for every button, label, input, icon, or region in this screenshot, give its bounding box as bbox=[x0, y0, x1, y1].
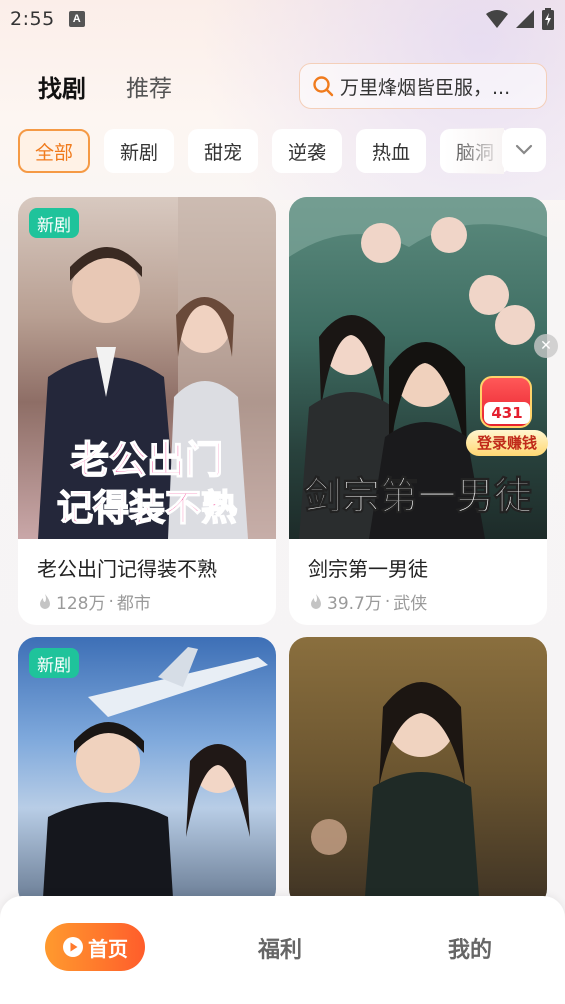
flame-icon bbox=[40, 593, 50, 609]
bottom-nav: 首页 福利 我的 bbox=[0, 896, 565, 1004]
new-badge: 新剧 bbox=[29, 208, 79, 238]
play-icon bbox=[63, 937, 83, 957]
poster-art bbox=[311, 682, 480, 907]
drama-meta: 39.7万 · 武侠 bbox=[308, 589, 427, 614]
tab-recommend[interactable]: 推荐 bbox=[126, 69, 172, 103]
notification-icon: A bbox=[68, 11, 85, 27]
chip-sweet[interactable]: 甜宠 bbox=[188, 129, 258, 173]
drama-meta: 128万 · 都市 bbox=[37, 589, 151, 614]
drama-poster: 新剧 bbox=[18, 637, 276, 907]
search-icon bbox=[313, 76, 334, 97]
chip-fade bbox=[444, 128, 504, 174]
header: 找剧 推荐 万里烽烟皆臣服，... bbox=[0, 60, 565, 112]
chevron-down-icon bbox=[515, 144, 533, 155]
drama-title: 剑宗第一男徒 bbox=[308, 557, 428, 581]
new-badge: 新剧 bbox=[29, 648, 79, 678]
meta-separator: · bbox=[108, 591, 114, 612]
poster-title-line2: 记得装不熟 bbox=[56, 486, 238, 530]
chip-hot-blood[interactable]: 热血 bbox=[356, 129, 426, 173]
genre-label: 武侠 bbox=[393, 594, 428, 614]
signal-icon bbox=[516, 10, 534, 28]
filter-chips: 全部 新剧 甜宠 逆袭 热血 脑洞 bbox=[18, 128, 548, 174]
status-bar: 2:55 A bbox=[0, 0, 565, 38]
wifi-icon bbox=[486, 10, 508, 28]
poster-title-line1: 剑宗第一男徒 bbox=[303, 473, 532, 519]
chip-all[interactable]: 全部 bbox=[18, 129, 90, 173]
drama-card[interactable]: 老公出门 记得装不熟 新剧 老公出门记得装不熟 128万 · 都市 bbox=[18, 197, 276, 625]
nav-home-label: 首页 bbox=[88, 936, 128, 961]
login-reward-widget[interactable]: 431 登录赚钱 bbox=[466, 376, 548, 456]
nav-benefits[interactable]: 福利 bbox=[258, 932, 302, 964]
nav-mine[interactable]: 我的 bbox=[448, 932, 492, 964]
battery-icon bbox=[542, 8, 554, 30]
view-count: 128万 bbox=[56, 594, 106, 614]
search-placeholder: 万里烽烟皆臣服，... bbox=[340, 76, 511, 99]
close-icon[interactable]: ✕ bbox=[534, 334, 558, 358]
chip-new[interactable]: 新剧 bbox=[104, 129, 174, 173]
reward-count: 431 bbox=[484, 402, 530, 424]
view-count: 39.7万 bbox=[327, 594, 382, 614]
search-input[interactable]: 万里烽烟皆臣服，... bbox=[299, 63, 547, 109]
reward-label: 登录赚钱 bbox=[466, 430, 548, 456]
drama-title: 老公出门记得装不熟 bbox=[37, 557, 217, 581]
drama-card[interactable] bbox=[289, 637, 547, 907]
drama-poster: 剑宗第一男徒 bbox=[289, 197, 547, 539]
chip-comeback[interactable]: 逆袭 bbox=[272, 129, 342, 173]
drama-poster: 老公出门 记得装不熟 新剧 bbox=[18, 197, 276, 539]
status-icons bbox=[485, 8, 555, 30]
more-filters-button[interactable] bbox=[502, 128, 546, 172]
tab-find-drama[interactable]: 找剧 bbox=[38, 69, 86, 104]
meta-separator: · bbox=[384, 591, 391, 612]
flame-icon bbox=[311, 593, 321, 609]
status-time: 2:55 bbox=[10, 8, 55, 30]
drama-card[interactable]: 新剧 bbox=[18, 637, 276, 907]
poster-title-line1: 老公出门 bbox=[70, 436, 224, 483]
genre-label: 都市 bbox=[116, 594, 151, 614]
nav-home[interactable]: 首页 bbox=[45, 923, 145, 971]
drama-poster bbox=[289, 637, 547, 907]
